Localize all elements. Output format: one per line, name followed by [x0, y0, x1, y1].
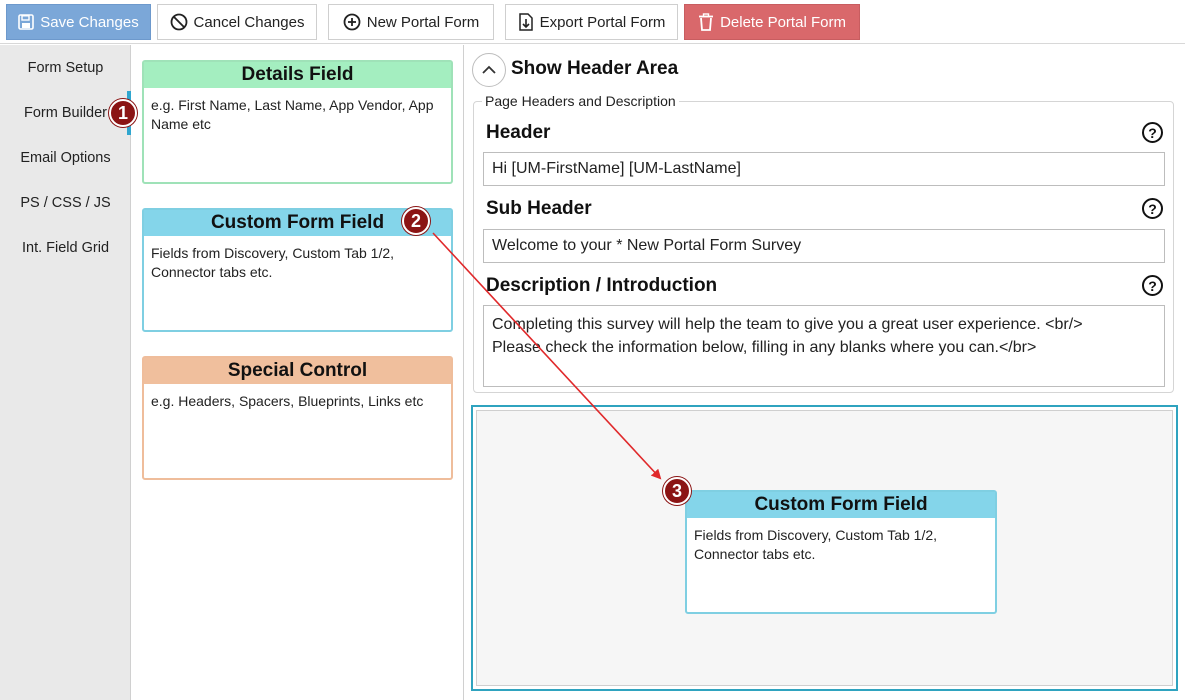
placed-field-title: Custom Form Field [687, 492, 995, 518]
sub-header-label: Sub Header [486, 198, 592, 219]
special-control-card[interactable]: Special Control e.g. Headers, Spacers, B… [142, 356, 453, 480]
page-headers-group: Page Headers and Description Header ? Hi… [473, 93, 1174, 393]
details-field-card[interactable]: Details Field e.g. First Name, Last Name… [142, 60, 453, 184]
delete-portal-form-button[interactable]: Delete Portal Form [684, 4, 860, 40]
details-field-title: Details Field [144, 62, 451, 88]
cancel-changes-button[interactable]: Cancel Changes [157, 4, 317, 40]
placed-field-description: Fields from Discovery, Custom Tab 1/2, C… [694, 527, 938, 562]
nav-item-ps-css-js[interactable]: PS / CSS / JS [0, 195, 131, 211]
toolbar: Save Changes Cancel Changes New Portal F… [0, 0, 1185, 44]
callout-badge-1: 1 [109, 99, 137, 127]
left-nav: Form Setup Form Builder Email Options PS… [0, 45, 131, 700]
cancel-changes-label: Cancel Changes [193, 13, 305, 31]
chevron-up-icon [482, 61, 496, 79]
description-label: Description / Introduction [486, 275, 718, 296]
trash-icon [698, 13, 714, 31]
page-headers-legend: Page Headers and Description [482, 93, 679, 109]
save-changes-button[interactable]: Save Changes [6, 4, 151, 40]
field-palette: Details Field e.g. First Name, Last Name… [132, 45, 464, 700]
callout-badge-2: 2 [402, 207, 430, 235]
header-label: Header [486, 122, 551, 143]
nav-item-form-setup[interactable]: Form Setup [0, 60, 131, 76]
delete-portal-form-label: Delete Portal Form [720, 13, 846, 31]
header-help-icon[interactable]: ? [1142, 122, 1163, 143]
show-header-area-label[interactable]: Show Header Area [511, 58, 678, 80]
cancel-icon [170, 13, 188, 31]
sub-header-help-icon[interactable]: ? [1142, 198, 1163, 219]
new-portal-form-button[interactable]: New Portal Form [328, 4, 494, 40]
toggle-header-button[interactable] [472, 53, 506, 87]
save-changes-label: Save Changes [40, 13, 139, 31]
form-builder-dropzone[interactable]: Custom Form Field Fields from Discovery,… [471, 405, 1178, 691]
details-field-description: e.g. First Name, Last Name, App Vendor, … [151, 97, 434, 132]
description-textarea[interactable]: Completing this survey will help the tea… [483, 305, 1165, 387]
nav-item-int-field-grid[interactable]: Int. Field Grid [0, 240, 131, 256]
add-circle-icon [343, 13, 361, 31]
callout-badge-3: 3 [663, 477, 691, 505]
sub-header-input[interactable]: Welcome to your * New Portal Form Survey [483, 229, 1165, 263]
export-file-icon [518, 13, 534, 31]
main-area: Show Header Area Page Headers and Descri… [465, 45, 1185, 700]
export-portal-form-button[interactable]: Export Portal Form [505, 4, 678, 40]
export-portal-form-label: Export Portal Form [539, 13, 666, 31]
new-portal-form-label: New Portal Form [366, 13, 480, 31]
nav-item-email-options[interactable]: Email Options [0, 150, 131, 166]
custom-form-field-description: Fields from Discovery, Custom Tab 1/2, C… [151, 245, 395, 280]
special-control-title: Special Control [144, 358, 451, 384]
header-input[interactable]: Hi [UM-FirstName] [UM-LastName] [483, 152, 1165, 186]
placed-custom-form-field[interactable]: Custom Form Field Fields from Discovery,… [685, 490, 997, 614]
save-icon [18, 14, 35, 30]
special-control-description: e.g. Headers, Spacers, Blueprints, Links… [151, 393, 424, 409]
description-help-icon[interactable]: ? [1142, 275, 1163, 296]
